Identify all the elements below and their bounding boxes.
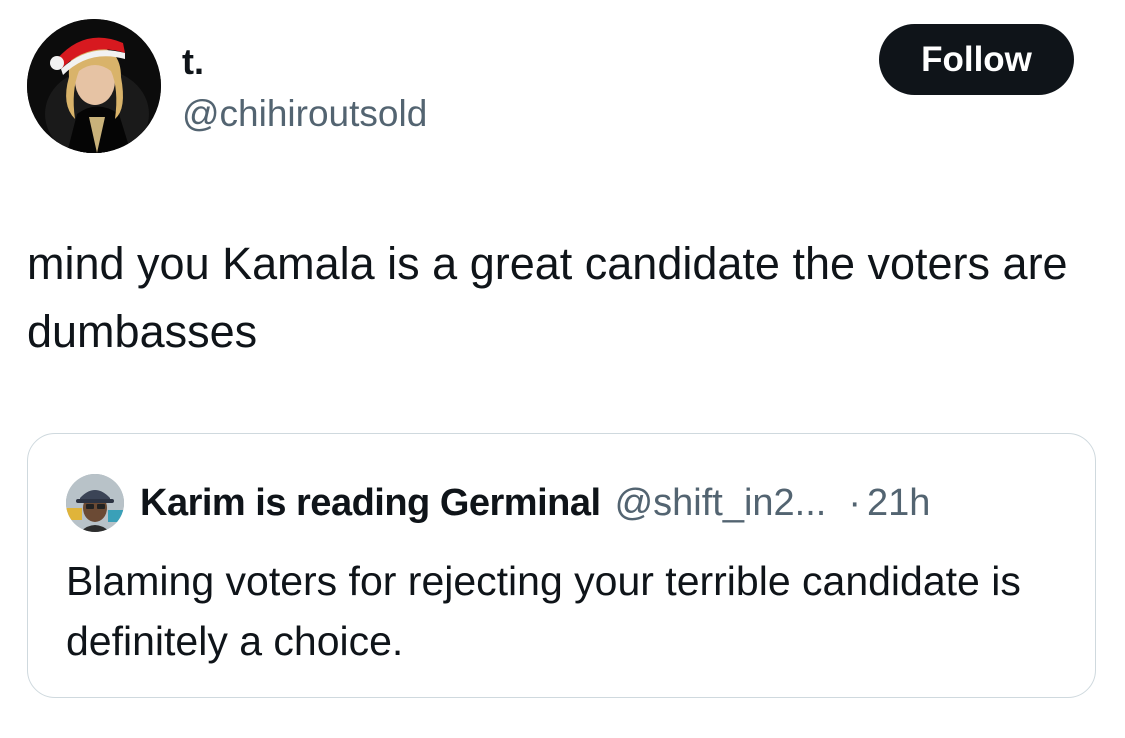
- author-handle[interactable]: @chihiroutsold: [182, 92, 427, 136]
- separator-dot: ·: [848, 482, 862, 524]
- quoted-tweet-card[interactable]: Karim is reading Germinal @shift_in2... …: [27, 433, 1096, 698]
- profile-photo-icon: [66, 474, 124, 532]
- quoted-author-avatar[interactable]: [66, 474, 124, 532]
- quoted-author-display-name[interactable]: Karim is reading Germinal: [140, 480, 601, 526]
- quoted-tweet-header: Karim is reading Germinal @shift_in2... …: [140, 480, 930, 526]
- author-display-name[interactable]: t.: [182, 42, 204, 82]
- quoted-tweet-timestamp[interactable]: 21h: [867, 480, 930, 526]
- quoted-author-handle[interactable]: @shift_in2...: [615, 480, 827, 526]
- author-avatar[interactable]: [27, 19, 161, 153]
- profile-photo-icon: [27, 19, 161, 153]
- follow-button[interactable]: Follow: [879, 24, 1074, 95]
- quoted-tweet-text: Blaming voters for rejecting your terrib…: [66, 558, 1021, 664]
- tweet-text: mind you Kamala is a great candidate the…: [27, 238, 1068, 357]
